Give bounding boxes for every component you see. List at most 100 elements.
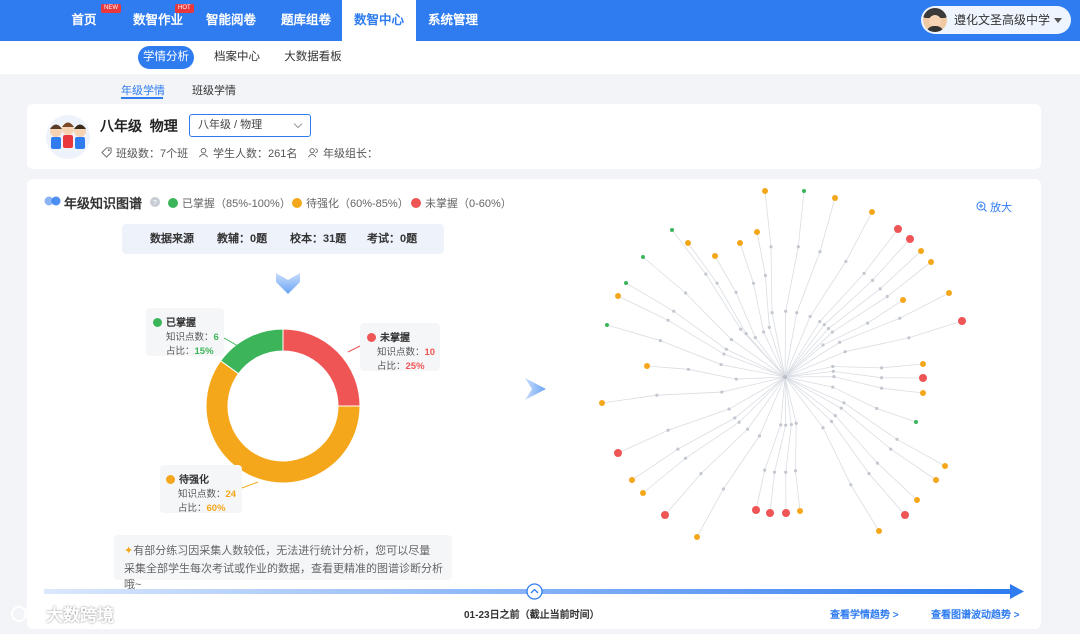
graph-leaf-node[interactable]: [640, 490, 646, 496]
callout-strengthen: 待强化 知识点数：24 占比：60%: [160, 465, 242, 514]
callout-count-label: 知识点数：: [166, 332, 214, 343]
graph-leaf-node[interactable]: [928, 259, 934, 265]
graph-leaf-node[interactable]: [919, 374, 927, 382]
graph-inner-node: [831, 369, 835, 373]
nav-data-center[interactable]: 数智中心: [342, 0, 416, 41]
nav-homework[interactable]: 数智作业 HOT: [128, 0, 194, 41]
callout-pct-label: 占比：: [377, 361, 406, 372]
zoom-button[interactable]: 放大: [976, 199, 1012, 215]
graph-edge: [784, 363, 924, 378]
legend-dot: [411, 198, 421, 208]
callout-title: 已掌握: [166, 318, 196, 329]
arrow-right-icon: [525, 378, 546, 400]
graph-leaf-node[interactable]: [906, 235, 914, 243]
nav-question-bank-label: 题库组卷: [280, 13, 331, 27]
graph-leaf-node[interactable]: [615, 293, 621, 299]
new-badge: NEW: [101, 4, 121, 13]
nav-system-label: 系统管理: [427, 13, 478, 27]
graph-leaf-node[interactable]: [942, 463, 948, 469]
graph-leaf-node[interactable]: [914, 420, 918, 424]
graph-leaf-node[interactable]: [644, 363, 650, 369]
knowledge-graph[interactable]: [590, 180, 980, 550]
graph-inner-node: [684, 456, 688, 460]
graph-edge: [784, 376, 880, 532]
svg-text:?: ?: [153, 200, 157, 207]
nav-marking-label: 智能阅卷: [205, 13, 256, 27]
graph-leaf-node[interactable]: [752, 506, 760, 514]
class-count-text: 班级数：7个班: [116, 148, 189, 160]
graph-inner-node: [880, 366, 884, 370]
graph-leaf-node[interactable]: [832, 195, 838, 201]
graph-leaf-node[interactable]: [670, 228, 674, 232]
nav-home[interactable]: 首页 NEW: [66, 0, 121, 41]
donut-slice-2[interactable]: [220, 328, 284, 375]
graph-leaf-node[interactable]: [958, 317, 966, 325]
callout-count: 10: [424, 347, 436, 358]
graph-edge: [714, 255, 786, 378]
subnav-archive[interactable]: 档案中心: [208, 46, 266, 69]
graph-leaf-node[interactable]: [920, 361, 926, 367]
graph-inner-node: [734, 290, 738, 294]
subnav-dashboard[interactable]: 大数据看板: [278, 46, 348, 69]
graph-inner-node: [784, 309, 788, 313]
graph-leaf-node[interactable]: [946, 290, 952, 296]
graph-leaf-node[interactable]: [901, 511, 909, 519]
graph-leaf-node[interactable]: [754, 229, 760, 235]
graph-leaf-node[interactable]: [614, 449, 622, 457]
legend-mastered: 已掌握（85%-100%）: [168, 195, 291, 211]
graph-inner-node: [793, 469, 798, 473]
graph-leaf-node[interactable]: [661, 511, 669, 519]
graph-inner-node: [843, 350, 847, 354]
tab-grade[interactable]: 年级学情: [121, 82, 165, 98]
graph-leaf-node[interactable]: [641, 255, 645, 259]
graph-inner-node: [715, 281, 719, 285]
grade-leader-text: 年级组长：: [323, 148, 378, 160]
view-wave-link[interactable]: 查看图谱波动趋势 >: [931, 606, 1020, 621]
subnav-analysis[interactable]: 学情分析: [138, 46, 194, 69]
graph-leaf-node[interactable]: [894, 225, 902, 233]
nav-question-bank[interactable]: 题库组卷: [276, 0, 336, 41]
graph-inner-node: [772, 470, 777, 474]
graph-inner-node: [831, 364, 835, 369]
graph-inner-node: [767, 325, 771, 329]
graph-leaf-node[interactable]: [766, 509, 774, 517]
grade-leader: 年级组长：: [308, 145, 378, 161]
help-icon[interactable]: ?: [150, 197, 160, 207]
graph-leaf-node[interactable]: [694, 534, 700, 540]
graph-leaf-node[interactable]: [876, 528, 882, 534]
legend-label: 已掌握（85%-100%）: [182, 198, 291, 210]
graph-leaf-node[interactable]: [914, 497, 920, 503]
nav-system[interactable]: 系统管理: [423, 0, 483, 41]
view-trend-link[interactable]: 查看学情趋势 >: [830, 606, 899, 621]
graph-edge: [606, 324, 786, 378]
graph-leaf-node[interactable]: [629, 477, 635, 483]
graph-leaf-node[interactable]: [737, 240, 743, 246]
nav-marking[interactable]: 智能阅卷: [201, 0, 261, 41]
tab-class[interactable]: 班级学情: [192, 82, 236, 98]
select-value: 八年级 / 物理: [198, 119, 263, 131]
graph-inner-node: [719, 362, 723, 367]
timeline-handle-icon[interactable]: [526, 583, 543, 600]
graph-leaf-node[interactable]: [900, 297, 906, 303]
graph-leaf-node[interactable]: [605, 323, 609, 327]
graph-inner-node: [699, 472, 703, 476]
graph-leaf-node[interactable]: [918, 248, 924, 254]
graph-leaf-node[interactable]: [685, 240, 691, 246]
graph-leaf-node[interactable]: [802, 189, 806, 193]
graph-leaf-node[interactable]: [712, 253, 718, 259]
graph-leaf-node[interactable]: [762, 188, 768, 194]
grade-subject-select[interactable]: 八年级 / 物理: [189, 114, 311, 137]
graph-leaf-node[interactable]: [624, 281, 628, 285]
graph-inner-node: [826, 326, 831, 331]
graph-leaf-node[interactable]: [869, 209, 875, 215]
graph-leaf-node[interactable]: [599, 400, 605, 406]
graph-inner-node: [818, 319, 822, 324]
graph-leaf-node[interactable]: [920, 390, 926, 396]
graph-leaf-node[interactable]: [933, 477, 939, 483]
graph-leaf-node[interactable]: [782, 509, 790, 517]
legend-label: 待强化（60%-85%）: [306, 198, 409, 210]
donut-slice-0[interactable]: [282, 328, 361, 407]
graph-leaf-node[interactable]: [797, 508, 803, 514]
graph-inner-node: [722, 352, 726, 356]
user-menu[interactable]: 遵化文圣高级中学: [921, 6, 1071, 34]
